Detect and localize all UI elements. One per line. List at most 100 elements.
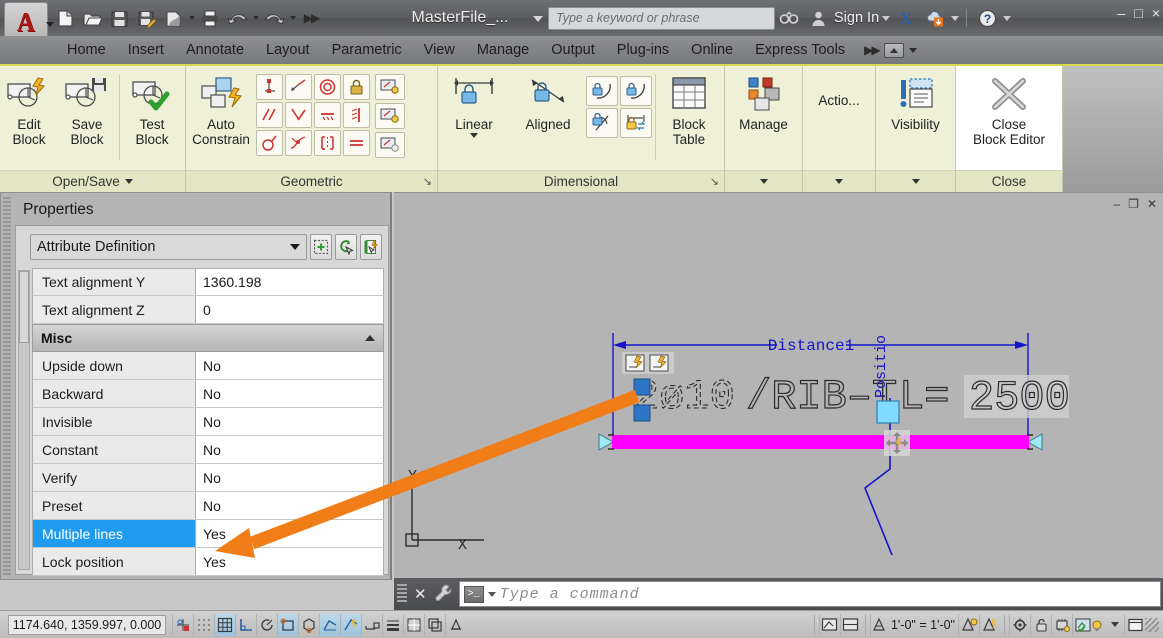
auto-constrain-button[interactable]: Auto Constrain <box>186 72 256 147</box>
visibility-button[interactable]: Visibility <box>877 72 955 132</box>
clean-screen-icon[interactable] <box>1124 613 1145 636</box>
tab-plugins[interactable]: Plug-ins <box>606 36 680 64</box>
geometric-dialog-launcher-icon[interactable]: ↘ <box>423 175 432 188</box>
angular-constraint-icon[interactable] <box>586 76 618 106</box>
workspace-switching-icon[interactable] <box>1009 613 1030 636</box>
close-block-editor-button[interactable]: Close Block Editor <box>957 72 1062 147</box>
snap-mode-icon[interactable] <box>193 613 214 636</box>
tab-insert[interactable]: Insert <box>117 36 175 64</box>
linear-constraint-dropdown-icon[interactable] <box>438 133 510 138</box>
help-icon[interactable]: ? <box>974 5 1000 31</box>
aligned-constraint-button[interactable]: Aligned <box>510 72 586 132</box>
cloud-sync-caret-icon[interactable] <box>951 15 960 21</box>
dimensional-dialog-launcher-icon[interactable]: ↘ <box>710 175 719 188</box>
panel-label-visibility[interactable] <box>876 170 955 192</box>
scrollbar-thumb[interactable] <box>19 271 29 343</box>
collapse-icon[interactable] <box>365 335 375 341</box>
collinear-constraint-icon[interactable] <box>285 74 312 100</box>
annotation-scale-icon[interactable] <box>869 613 888 636</box>
transparency-icon[interactable] <box>403 613 424 636</box>
table-row[interactable]: Invisible No <box>32 408 384 436</box>
manage-button[interactable]: Manage <box>726 72 802 132</box>
minimize-button[interactable]: – <box>1118 6 1126 20</box>
sign-in-button[interactable]: Sign In <box>834 10 879 26</box>
linear-constraint-button[interactable]: Linear <box>438 72 510 138</box>
test-block-button[interactable]: Test Block <box>123 72 181 147</box>
panel-label-open-save[interactable]: Open/Save <box>0 170 185 192</box>
table-row[interactable]: Verify No <box>32 464 384 492</box>
quick-view-layouts-icon[interactable] <box>839 613 861 636</box>
panel-label-manage[interactable] <box>725 170 802 192</box>
annotation-scale-value[interactable]: 1'-0" = 1'-0" <box>891 618 955 632</box>
panel-label-geometric[interactable]: Geometric ↘ <box>186 170 437 192</box>
property-value[interactable]: No <box>196 352 383 379</box>
plot-preview-icon[interactable] <box>160 5 186 31</box>
property-value[interactable]: Yes <box>196 548 383 575</box>
close-button[interactable]: × <box>1152 6 1160 20</box>
property-value[interactable]: 1360.198 <box>196 269 383 295</box>
hide-all-constraints-icon[interactable] <box>375 132 405 158</box>
maximize-button[interactable]: □ <box>1134 6 1142 20</box>
table-row[interactable]: Text alignment Z 0 <box>32 296 384 324</box>
property-value[interactable]: 0 <box>196 296 383 323</box>
new-file-icon[interactable] <box>52 5 78 31</box>
tab-home[interactable]: Home <box>56 36 117 64</box>
search-help-icon[interactable] <box>776 5 802 31</box>
user-account-icon[interactable] <box>805 5 831 31</box>
table-row[interactable]: Constant No <box>32 436 384 464</box>
command-line-grip[interactable] <box>397 584 407 604</box>
block-table-button[interactable]: Block Table <box>659 72 719 147</box>
model-space-icon[interactable] <box>818 613 840 636</box>
plot-preview-caret-icon[interactable] <box>187 5 196 31</box>
status-more-caret-icon[interactable] <box>1111 622 1119 627</box>
panel-label-close[interactable]: Close <box>956 170 1062 192</box>
more-tabs-icon[interactable]: ▶▶ <box>864 43 881 57</box>
save-as-icon[interactable] <box>133 5 159 31</box>
property-value[interactable]: No <box>196 408 383 435</box>
parallel-constraint-icon[interactable] <box>256 102 283 128</box>
quick-properties-icon[interactable] <box>360 234 382 260</box>
smooth-constraint-icon[interactable] <box>285 130 312 156</box>
minimize-ribbon-caret-icon[interactable] <box>908 47 917 53</box>
convert-constraint-icon[interactable] <box>620 108 652 138</box>
undo-caret-icon[interactable] <box>251 5 260 31</box>
annotation-visibility-icon[interactable] <box>958 613 979 636</box>
tab-view[interactable]: View <box>413 36 466 64</box>
panel-dropdown-icon[interactable] <box>124 179 133 184</box>
command-line-settings-icon[interactable] <box>434 583 454 606</box>
vertical-constraint-icon[interactable] <box>343 102 370 128</box>
properties-scrollbar[interactable] <box>18 270 30 570</box>
table-row[interactable]: Lock position Yes <box>32 548 384 576</box>
grid-display-icon[interactable] <box>214 613 235 636</box>
open-file-icon[interactable] <box>79 5 105 31</box>
tab-express-tools[interactable]: Express Tools <box>744 36 856 64</box>
close-command-line-button[interactable]: ✕ <box>414 585 427 603</box>
equal-constraint-icon[interactable] <box>343 130 370 156</box>
save-block-button[interactable]: Save Block <box>58 72 116 147</box>
show-constraints-icon[interactable] <box>375 74 405 100</box>
command-history-caret-icon[interactable] <box>487 591 496 597</box>
minimize-ribbon-icon[interactable] <box>883 42 904 58</box>
perpendicular-constraint-icon[interactable] <box>285 102 312 128</box>
command-input[interactable]: >_ Type a command <box>458 581 1161 607</box>
document-title-caret-icon[interactable] <box>533 16 543 22</box>
tab-parametric[interactable]: Parametric <box>321 36 413 64</box>
panel-label-dimensional[interactable]: Dimensional ↘ <box>438 170 724 192</box>
table-row[interactable]: Text alignment Y 1360.198 <box>32 268 384 296</box>
infer-constraints-icon[interactable] <box>172 613 193 636</box>
undo-icon[interactable] <box>224 5 250 31</box>
autodesk-exchange-icon[interactable]: X <box>893 5 919 31</box>
save-icon[interactable] <box>106 5 132 31</box>
tab-output[interactable]: Output <box>540 36 606 64</box>
coincident-constraint-icon[interactable] <box>256 74 283 100</box>
coordinate-display[interactable]: 1174.640, 1359.997, 0.000 <box>8 614 166 635</box>
diameter-constraint-icon[interactable] <box>586 108 618 138</box>
action-button[interactable]: Actio... <box>804 88 875 108</box>
table-row[interactable]: Upside down No <box>32 352 384 380</box>
isolate-objects-icon[interactable] <box>1072 613 1106 636</box>
annotation-monitor-icon[interactable] <box>445 613 466 636</box>
toolbar-lock-icon[interactable] <box>1030 613 1051 636</box>
table-row-multiple-lines-selected[interactable]: Multiple lines Yes <box>32 520 384 548</box>
tangent-constraint-icon[interactable] <box>256 130 283 156</box>
status-resize-grip[interactable] <box>1145 617 1159 632</box>
